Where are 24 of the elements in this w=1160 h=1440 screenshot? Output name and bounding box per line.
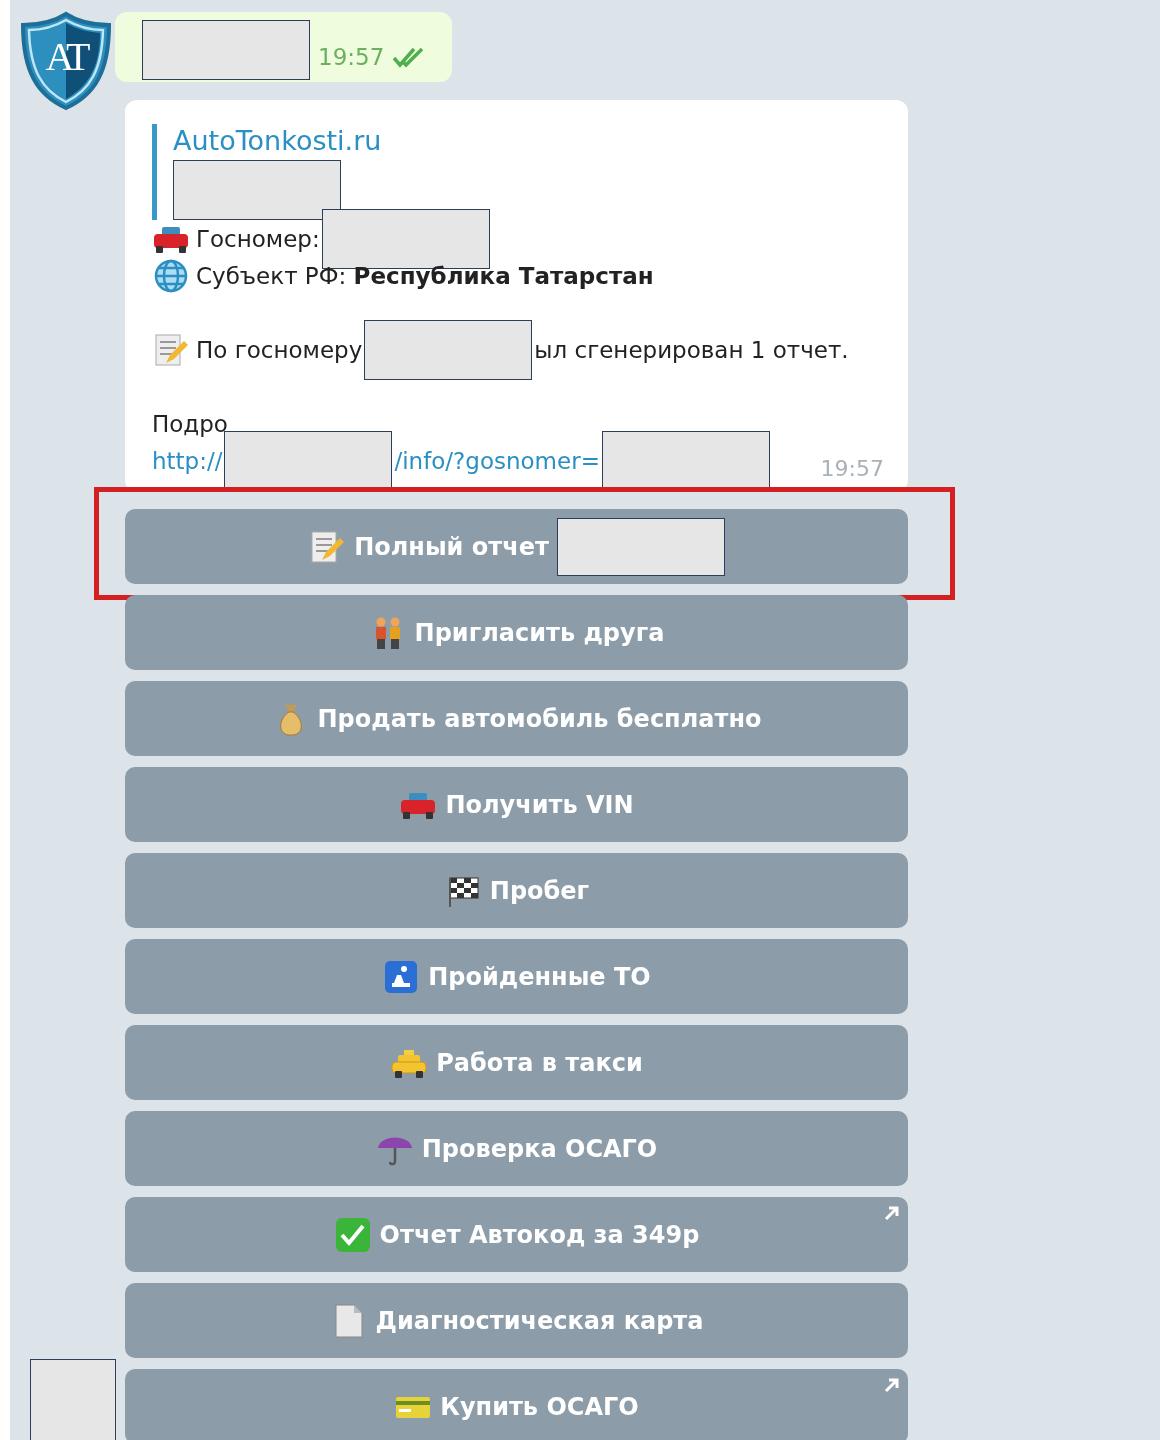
preview-site-name[interactable]: AutoTonkosti.ru (173, 124, 884, 158)
keyboard-button[interactable]: Продать автомобиль бесплатно (125, 681, 908, 756)
message-text: Госномер: (196, 225, 320, 252)
message-time: 19:57 (318, 44, 385, 70)
keyboard-button[interactable]: Получить VIN (125, 767, 908, 842)
keyboard-button[interactable]: Купить ОСАГО (125, 1369, 908, 1440)
link[interactable]: http:// (152, 447, 223, 474)
link[interactable]: /info/?gosnomer= (394, 447, 600, 474)
keyboard-button[interactable]: Отчет Автокод за 349р (125, 1197, 908, 1272)
keyboard-button[interactable]: Диагностическая карта (125, 1283, 908, 1358)
check-icon (333, 1217, 372, 1252)
message-text: По госномеру (196, 336, 363, 363)
keyboard-button[interactable]: Пробег (125, 853, 908, 928)
avatar-initials: AT (44, 33, 88, 80)
message-text: Подро (152, 410, 228, 437)
keyboard-button[interactable]: Полный отчет (125, 509, 908, 584)
message-text: ыл сгенерирован 1 отчет. (534, 336, 849, 363)
message-text: Субъект РФ: Республика Татарстан (196, 262, 654, 289)
keyboard-button[interactable]: Пройденные ТО (125, 939, 908, 1014)
keyboard-button[interactable]: Работа в такси (125, 1025, 908, 1100)
memo-icon (308, 529, 347, 564)
keyboard-button[interactable]: Пригласить друга (125, 595, 908, 670)
keyboard-button[interactable]: Проверка ОСАГО (125, 1111, 908, 1186)
message-time: 19:57 (820, 456, 884, 481)
